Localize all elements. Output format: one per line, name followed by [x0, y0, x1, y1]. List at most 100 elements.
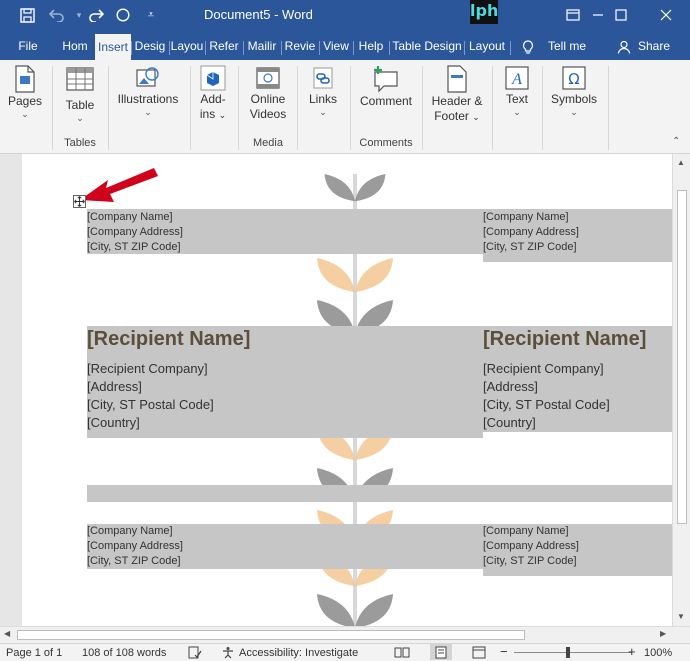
pages-label: Pages — [7, 94, 43, 108]
red-arrow-annotation — [80, 168, 158, 202]
return-address-left-2[interactable]: [Company Name] [Company Address] [City, … — [87, 524, 183, 569]
links-label: Links — [308, 92, 337, 106]
chevron-down-icon: ⌄ — [513, 107, 521, 117]
circle-icon[interactable] — [112, 4, 134, 26]
accessibility-status[interactable]: Accessibility: Investigate — [239, 647, 358, 659]
close-icon[interactable] — [655, 5, 677, 25]
horizontal-scrollbar[interactable]: ◀ ▶ — [0, 626, 690, 643]
return-address-right[interactable]: [Company Name] [Company Address] [City, … — [483, 210, 579, 255]
accessibility-icon[interactable] — [222, 646, 236, 661]
redo-icon[interactable] — [84, 4, 108, 26]
tab-insert[interactable]: Insert — [95, 34, 131, 60]
omega-icon: Ω — [562, 66, 586, 90]
group-label-tables: Tables — [64, 137, 96, 149]
tab-review[interactable]: Revie — [282, 32, 318, 60]
minimize-icon[interactable] — [587, 5, 609, 25]
svg-text:A: A — [511, 71, 522, 88]
online-videos-icon — [256, 67, 280, 89]
zoom-slider-thumb[interactable] — [566, 647, 570, 658]
collapse-ribbon-icon[interactable]: ⌃ — [672, 136, 680, 147]
scroll-right-icon[interactable]: ▶ — [660, 629, 666, 638]
tab-help[interactable]: Help — [355, 32, 387, 60]
table-label: Table — [65, 98, 95, 112]
tell-me-search[interactable]: Tell me — [544, 32, 590, 60]
illustrations-button[interactable]: Illustrations ⌄ — [112, 64, 184, 117]
page-count[interactable]: Page 1 of 1 — [6, 647, 62, 659]
page[interactable]: [Company Name] [Company Address] [City, … — [22, 154, 672, 626]
undo-icon[interactable] — [45, 4, 69, 26]
zoom-in-icon[interactable]: + — [628, 644, 636, 659]
links-button[interactable]: Links ⌄ — [302, 64, 344, 117]
leaf-shape — [355, 258, 393, 292]
table-move-handle-icon[interactable] — [73, 195, 86, 208]
web-layout-icon[interactable] — [472, 646, 488, 661]
scroll-down-icon[interactable]: ▼ — [677, 612, 685, 621]
illustrations-label: Illustrations — [117, 92, 179, 106]
separator-band — [87, 485, 672, 502]
recipient-details-right[interactable]: [Recipient Company] [Address] [City, ST … — [483, 360, 610, 432]
print-layout-icon[interactable] — [430, 644, 452, 660]
table-button[interactable]: Table ⌄ — [58, 64, 102, 123]
leaf-shape — [317, 258, 355, 292]
recipient-name-left[interactable]: [Recipient Name] — [87, 328, 250, 351]
leaf-shape — [317, 594, 355, 626]
online-videos-label-2: Videos — [249, 107, 287, 121]
zoom-out-icon[interactable]: − — [500, 644, 508, 659]
recipient-details-left[interactable]: [Recipient Company] [Address] [City, ST … — [87, 360, 214, 432]
tab-references[interactable]: Refer — [206, 32, 242, 60]
pages-button[interactable]: Pages ⌄ — [4, 64, 46, 119]
read-mode-icon[interactable] — [394, 646, 410, 661]
tab-table-design[interactable]: Table Design — [391, 32, 463, 60]
chevron-down-icon: ⌄ — [319, 107, 327, 117]
share-person-icon[interactable] — [614, 32, 634, 60]
document-area: [Company Name] [Company Address] [City, … — [0, 154, 672, 626]
tab-file[interactable]: File — [10, 32, 46, 60]
return-address-right-2[interactable]: [Company Name] [Company Address] [City, … — [483, 524, 579, 569]
header-footer-label-2: Footer ⌄ — [434, 109, 480, 123]
lightbulb-icon[interactable] — [518, 32, 538, 60]
ribbon-display-icon[interactable] — [562, 5, 584, 25]
symbols-label: Symbols — [550, 92, 597, 106]
horizontal-scroll-thumb[interactable] — [17, 630, 525, 640]
overlay-logo: lph — [470, 0, 498, 24]
addins-icon — [200, 65, 226, 91]
word-window: ▾ ⩡ Document5 - Word lph File Hom Insert… — [0, 0, 690, 661]
header-footer-button[interactable]: Header & Footer ⌄ — [428, 64, 486, 125]
zoom-slider-track[interactable] — [514, 652, 632, 653]
comment-icon — [374, 66, 398, 93]
share-button[interactable]: Share — [634, 32, 674, 60]
title-bar: ▾ ⩡ Document5 - Word lph — [0, 0, 690, 32]
text-label: Text — [505, 92, 528, 106]
tab-layout[interactable]: Layou — [170, 32, 204, 60]
maximize-icon[interactable] — [610, 5, 632, 25]
vertical-scrollbar[interactable]: ▲ ▼ — [672, 154, 690, 626]
proofing-icon[interactable] — [188, 646, 202, 661]
scroll-left-icon[interactable]: ◀ — [4, 629, 10, 638]
tab-mailings[interactable]: Mailir — [244, 32, 280, 60]
return-address-left[interactable]: [Company Name] [Company Address] [City, … — [87, 210, 183, 255]
leaf-shape — [355, 594, 393, 626]
tab-table-layout[interactable]: Layout — [466, 32, 508, 60]
chevron-down-icon: ⌄ — [21, 109, 29, 119]
comment-button[interactable]: Comment — [356, 64, 416, 109]
svg-text:Ω: Ω — [568, 70, 579, 88]
scroll-up-icon[interactable]: ▲ — [677, 158, 685, 167]
addins-button[interactable]: Add- ins ⌄ — [194, 64, 232, 123]
vertical-scroll-thumb[interactable] — [677, 190, 687, 524]
text-box-icon: A — [505, 66, 529, 90]
leaf-shape — [355, 174, 386, 202]
word-count[interactable]: 108 of 108 words — [82, 647, 166, 659]
tab-view[interactable]: View — [321, 32, 351, 60]
recipient-name-right[interactable]: [Recipient Name] — [483, 328, 646, 351]
tab-home[interactable]: Hom — [58, 32, 92, 60]
chevron-down-icon: ⌄ — [144, 107, 152, 117]
save-icon[interactable] — [16, 4, 38, 26]
zoom-level[interactable]: 100% — [644, 647, 672, 659]
tab-design[interactable]: Desig — [132, 32, 168, 60]
undo-dropdown-icon[interactable]: ▾ — [74, 4, 84, 26]
text-button[interactable]: A Text ⌄ — [498, 64, 536, 117]
symbols-button[interactable]: Ω Symbols ⌄ — [546, 64, 602, 117]
online-videos-button[interactable]: Online Videos — [244, 64, 292, 122]
comment-label: Comment — [359, 94, 412, 108]
customize-qat-icon[interactable]: ⩡ — [142, 4, 160, 26]
